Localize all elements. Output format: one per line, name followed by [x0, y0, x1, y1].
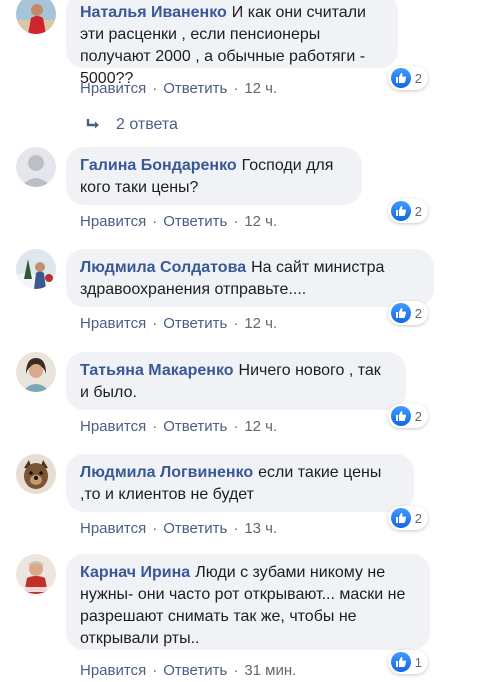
comment-actions: Нравится · Ответить · 12 ч.	[80, 315, 277, 332]
avatar[interactable]	[16, 454, 56, 494]
separator-dot: ·	[233, 520, 239, 537]
like-icon	[390, 68, 411, 88]
reply-link[interactable]: Ответить	[163, 80, 227, 97]
separator-dot: ·	[233, 80, 239, 97]
comment-actions: Нравится · Ответить · 12 ч.	[80, 80, 277, 97]
like-link[interactable]: Нравится	[80, 80, 146, 97]
winter-photo-avatar-icon	[16, 249, 56, 289]
reaction-count-value: 2	[414, 510, 422, 526]
comment-bubble: Карнач Ирина Люди с зубами никому не нужн…	[66, 554, 430, 650]
comment-author[interactable]: Карнач Ирина	[80, 564, 190, 581]
comment-actions: Нравится · Ответить · 31 мин.	[80, 662, 296, 679]
like-icon	[390, 303, 411, 323]
like-link[interactable]: Нравится	[80, 662, 146, 679]
avatar[interactable]	[16, 249, 56, 289]
like-icon	[390, 652, 411, 672]
separator-dot: ·	[152, 662, 158, 679]
like-link[interactable]: Нравится	[80, 213, 146, 230]
comment-time[interactable]: 31 мин.	[244, 662, 296, 679]
comment-bubble: Татьяна Макаренко Ничего нового , так и б…	[66, 352, 406, 410]
like-icon	[390, 508, 411, 528]
separator-dot: ·	[152, 418, 158, 435]
view-replies-link[interactable]: 2 ответа	[86, 116, 178, 134]
comment-actions: Нравится · Ответить · 13 ч.	[80, 520, 277, 537]
like-link[interactable]: Нравится	[80, 315, 146, 332]
reply-link[interactable]: Ответить	[163, 418, 227, 435]
reaction-count-value: 1	[414, 654, 422, 670]
comment-time[interactable]: 12 ч.	[244, 315, 277, 332]
comment-actions: Нравится · Ответить · 12 ч.	[80, 418, 277, 435]
like-link[interactable]: Нравится	[80, 520, 146, 537]
reaction-count[interactable]: 2	[387, 199, 428, 223]
comment-author[interactable]: Людмила Логвиненко	[80, 464, 253, 481]
comment-time[interactable]: 12 ч.	[244, 418, 277, 435]
reaction-count-value: 2	[414, 305, 422, 321]
reply-link[interactable]: Ответить	[163, 315, 227, 332]
comment-author[interactable]: Людмила Солдатова	[80, 259, 246, 276]
reaction-count-value: 2	[414, 408, 422, 424]
comment-bubble: Галина Бондаренко Господи для кого таки ц…	[66, 147, 362, 205]
separator-dot: ·	[233, 662, 239, 679]
avatar[interactable]	[16, 352, 56, 392]
like-icon	[390, 201, 411, 221]
comment-actions: Нравится · Ответить · 12 ч.	[80, 213, 277, 230]
woman-red-scarf-avatar-icon	[16, 554, 56, 594]
separator-dot: ·	[233, 213, 239, 230]
avatar[interactable]	[16, 0, 56, 34]
reply-link[interactable]: Ответить	[163, 520, 227, 537]
comment-bubble: Людмила Логвиненко если такие цены ,то и …	[66, 454, 414, 512]
comment-author[interactable]: Галина Бондаренко	[80, 157, 237, 174]
reaction-count[interactable]: 2	[387, 506, 428, 530]
comment-author[interactable]: Наталья Иваненко	[80, 4, 227, 21]
comment-time[interactable]: 12 ч.	[244, 80, 277, 97]
avatar[interactable]	[16, 554, 56, 594]
reaction-count-value: 2	[414, 70, 422, 86]
reaction-count[interactable]: 1	[387, 650, 428, 674]
separator-dot: ·	[152, 213, 158, 230]
separator-dot: ·	[233, 315, 239, 332]
like-icon	[390, 406, 411, 426]
comment-time[interactable]: 12 ч.	[244, 213, 277, 230]
separator-dot: ·	[233, 418, 239, 435]
reaction-count[interactable]: 2	[387, 66, 428, 90]
woman-red-avatar-icon	[16, 0, 56, 34]
reaction-count-value: 2	[414, 203, 422, 219]
comment-author[interactable]: Татьяна Макаренко	[80, 362, 234, 379]
avatar[interactable]	[16, 147, 56, 187]
like-link[interactable]: Нравится	[80, 418, 146, 435]
reaction-count[interactable]: 2	[387, 404, 428, 428]
reply-link[interactable]: Ответить	[163, 213, 227, 230]
default-avatar-icon	[16, 147, 56, 187]
comment-bubble: Людмила Солдатова На сайт министра здраво…	[66, 249, 434, 307]
reaction-count[interactable]: 2	[387, 301, 428, 325]
separator-dot: ·	[152, 520, 158, 537]
separator-dot: ·	[152, 315, 158, 332]
woman-photo-avatar-icon	[16, 352, 56, 392]
separator-dot: ·	[152, 80, 158, 97]
replies-label: 2 ответа	[116, 116, 178, 133]
reply-link[interactable]: Ответить	[163, 662, 227, 679]
comment-bubble: Наталья Иваненко И как они считали эти ра…	[66, 0, 398, 87]
reply-arrow-icon	[86, 119, 99, 129]
comment-time[interactable]: 13 ч.	[244, 520, 277, 537]
dog-photo-avatar-icon	[16, 454, 56, 494]
